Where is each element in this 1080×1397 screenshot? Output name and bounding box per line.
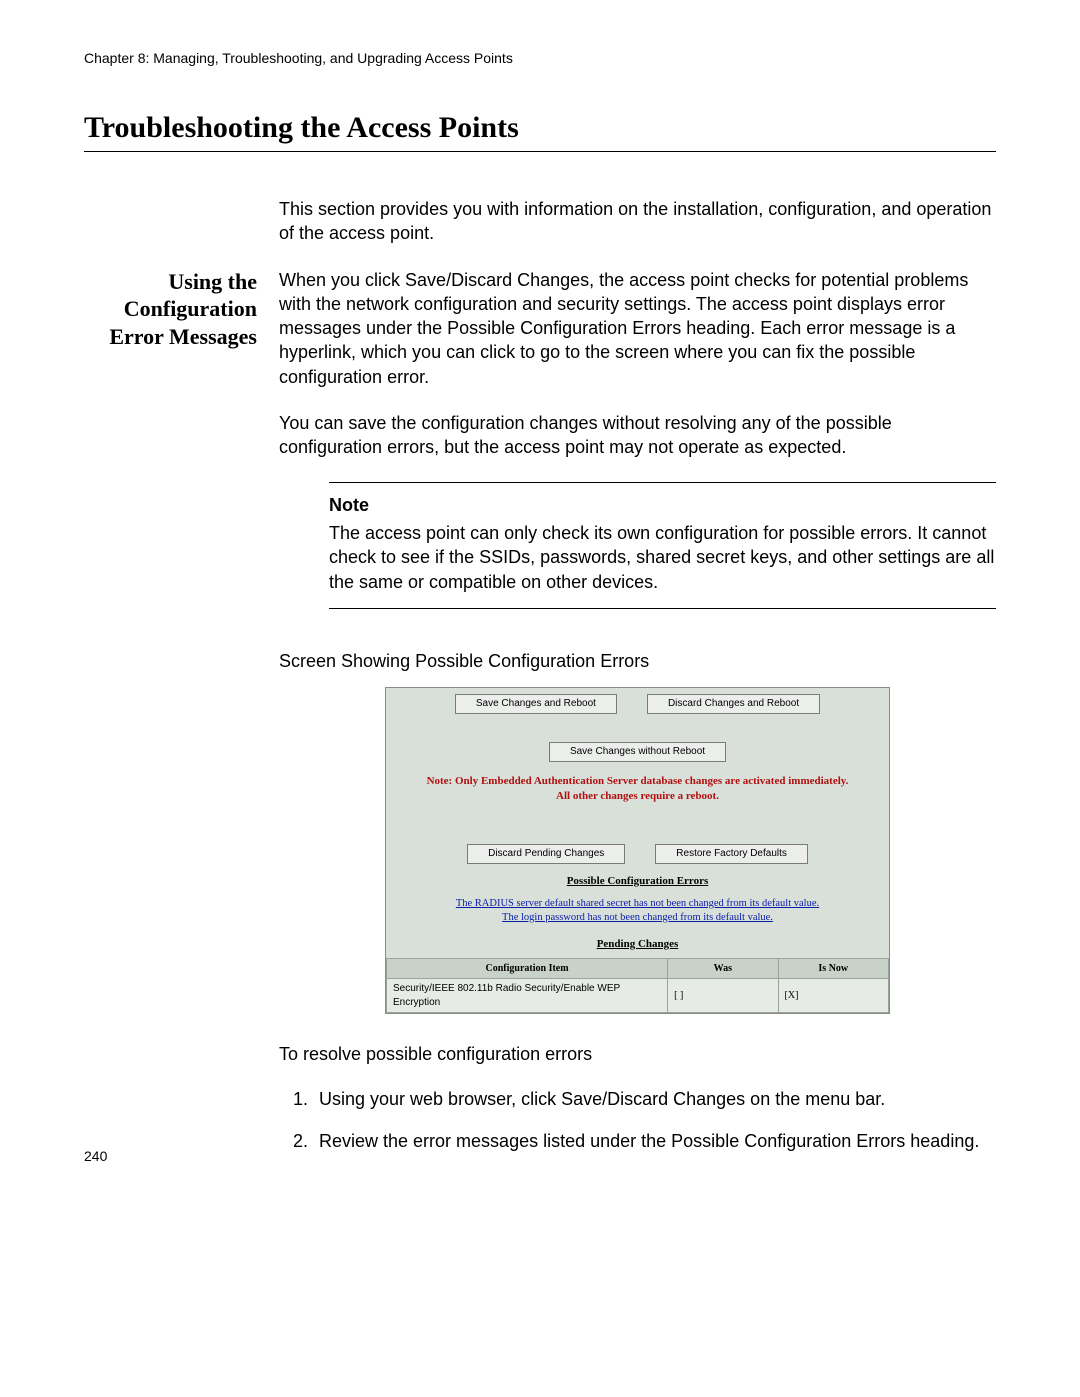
save-reboot-button[interactable]: Save Changes and Reboot (455, 694, 617, 714)
error-link-1[interactable]: The RADIUS server default shared secret … (456, 898, 819, 909)
step-1: Using your web browser, click Save/Disca… (313, 1087, 996, 1111)
th-was: Was (668, 958, 778, 979)
body-paragraph-2: You can save the configuration changes w… (279, 411, 996, 460)
discard-reboot-button[interactable]: Discard Changes and Reboot (647, 694, 820, 714)
note-body: The access point can only check its own … (329, 521, 996, 594)
error-link-2[interactable]: The login password has not been changed … (502, 912, 773, 923)
shot-note: Note: Only Embedded Authentication Serve… (396, 774, 879, 804)
note-label: Note (329, 493, 996, 517)
possible-errors-heading: Possible Configuration Errors (396, 874, 879, 889)
td-configuration-item: Security/IEEE 802.11b Radio Security/Ena… (387, 979, 668, 1013)
th-is-now: Is Now (778, 958, 888, 979)
th-configuration-item: Configuration Item (387, 958, 668, 979)
table-row: Security/IEEE 802.11b Radio Security/Ena… (387, 979, 889, 1013)
chapter-header: Chapter 8: Managing, Troubleshooting, an… (84, 50, 996, 66)
discard-pending-button[interactable]: Discard Pending Changes (467, 844, 625, 864)
subsection-heading: Using the Configuration Error Messages (84, 268, 257, 351)
table-header-row: Configuration Item Was Is Now (387, 958, 889, 979)
subhead-line-1: Using the (168, 269, 257, 294)
restore-defaults-button[interactable]: Restore Factory Defaults (655, 844, 808, 864)
subhead-line-3: Error Messages (109, 324, 257, 349)
pending-changes-table: Configuration Item Was Is Now Security/I… (386, 958, 889, 1014)
embedded-screenshot: Save Changes and Reboot Discard Changes … (385, 687, 890, 1014)
td-is-now: [X] (778, 979, 888, 1013)
td-was: [ ] (668, 979, 778, 1013)
steps-list: Using your web browser, click Save/Disca… (279, 1087, 996, 1154)
page-number: 240 (84, 1148, 107, 1164)
subhead-line-2: Configuration (124, 296, 257, 321)
pending-changes-heading: Pending Changes (396, 937, 879, 952)
shot-note-line-1: Note: Only Embedded Authentication Serve… (427, 775, 849, 787)
intro-paragraph: This section provides you with informati… (279, 197, 996, 246)
resolve-intro: To resolve possible configuration errors (279, 1042, 996, 1066)
shot-note-line-2: All other changes require a reboot. (556, 790, 719, 802)
section-title: Troubleshooting the Access Points (84, 111, 519, 144)
save-no-reboot-button[interactable]: Save Changes without Reboot (549, 742, 726, 762)
figure-caption: Screen Showing Possible Configuration Er… (279, 649, 996, 673)
note-box: Note The access point can only check its… (329, 482, 996, 609)
body-paragraph-1: When you click Save/Discard Changes, the… (279, 268, 996, 389)
section-title-row: Troubleshooting the Access Points (84, 111, 996, 152)
step-2: Review the error messages listed under t… (313, 1129, 996, 1153)
